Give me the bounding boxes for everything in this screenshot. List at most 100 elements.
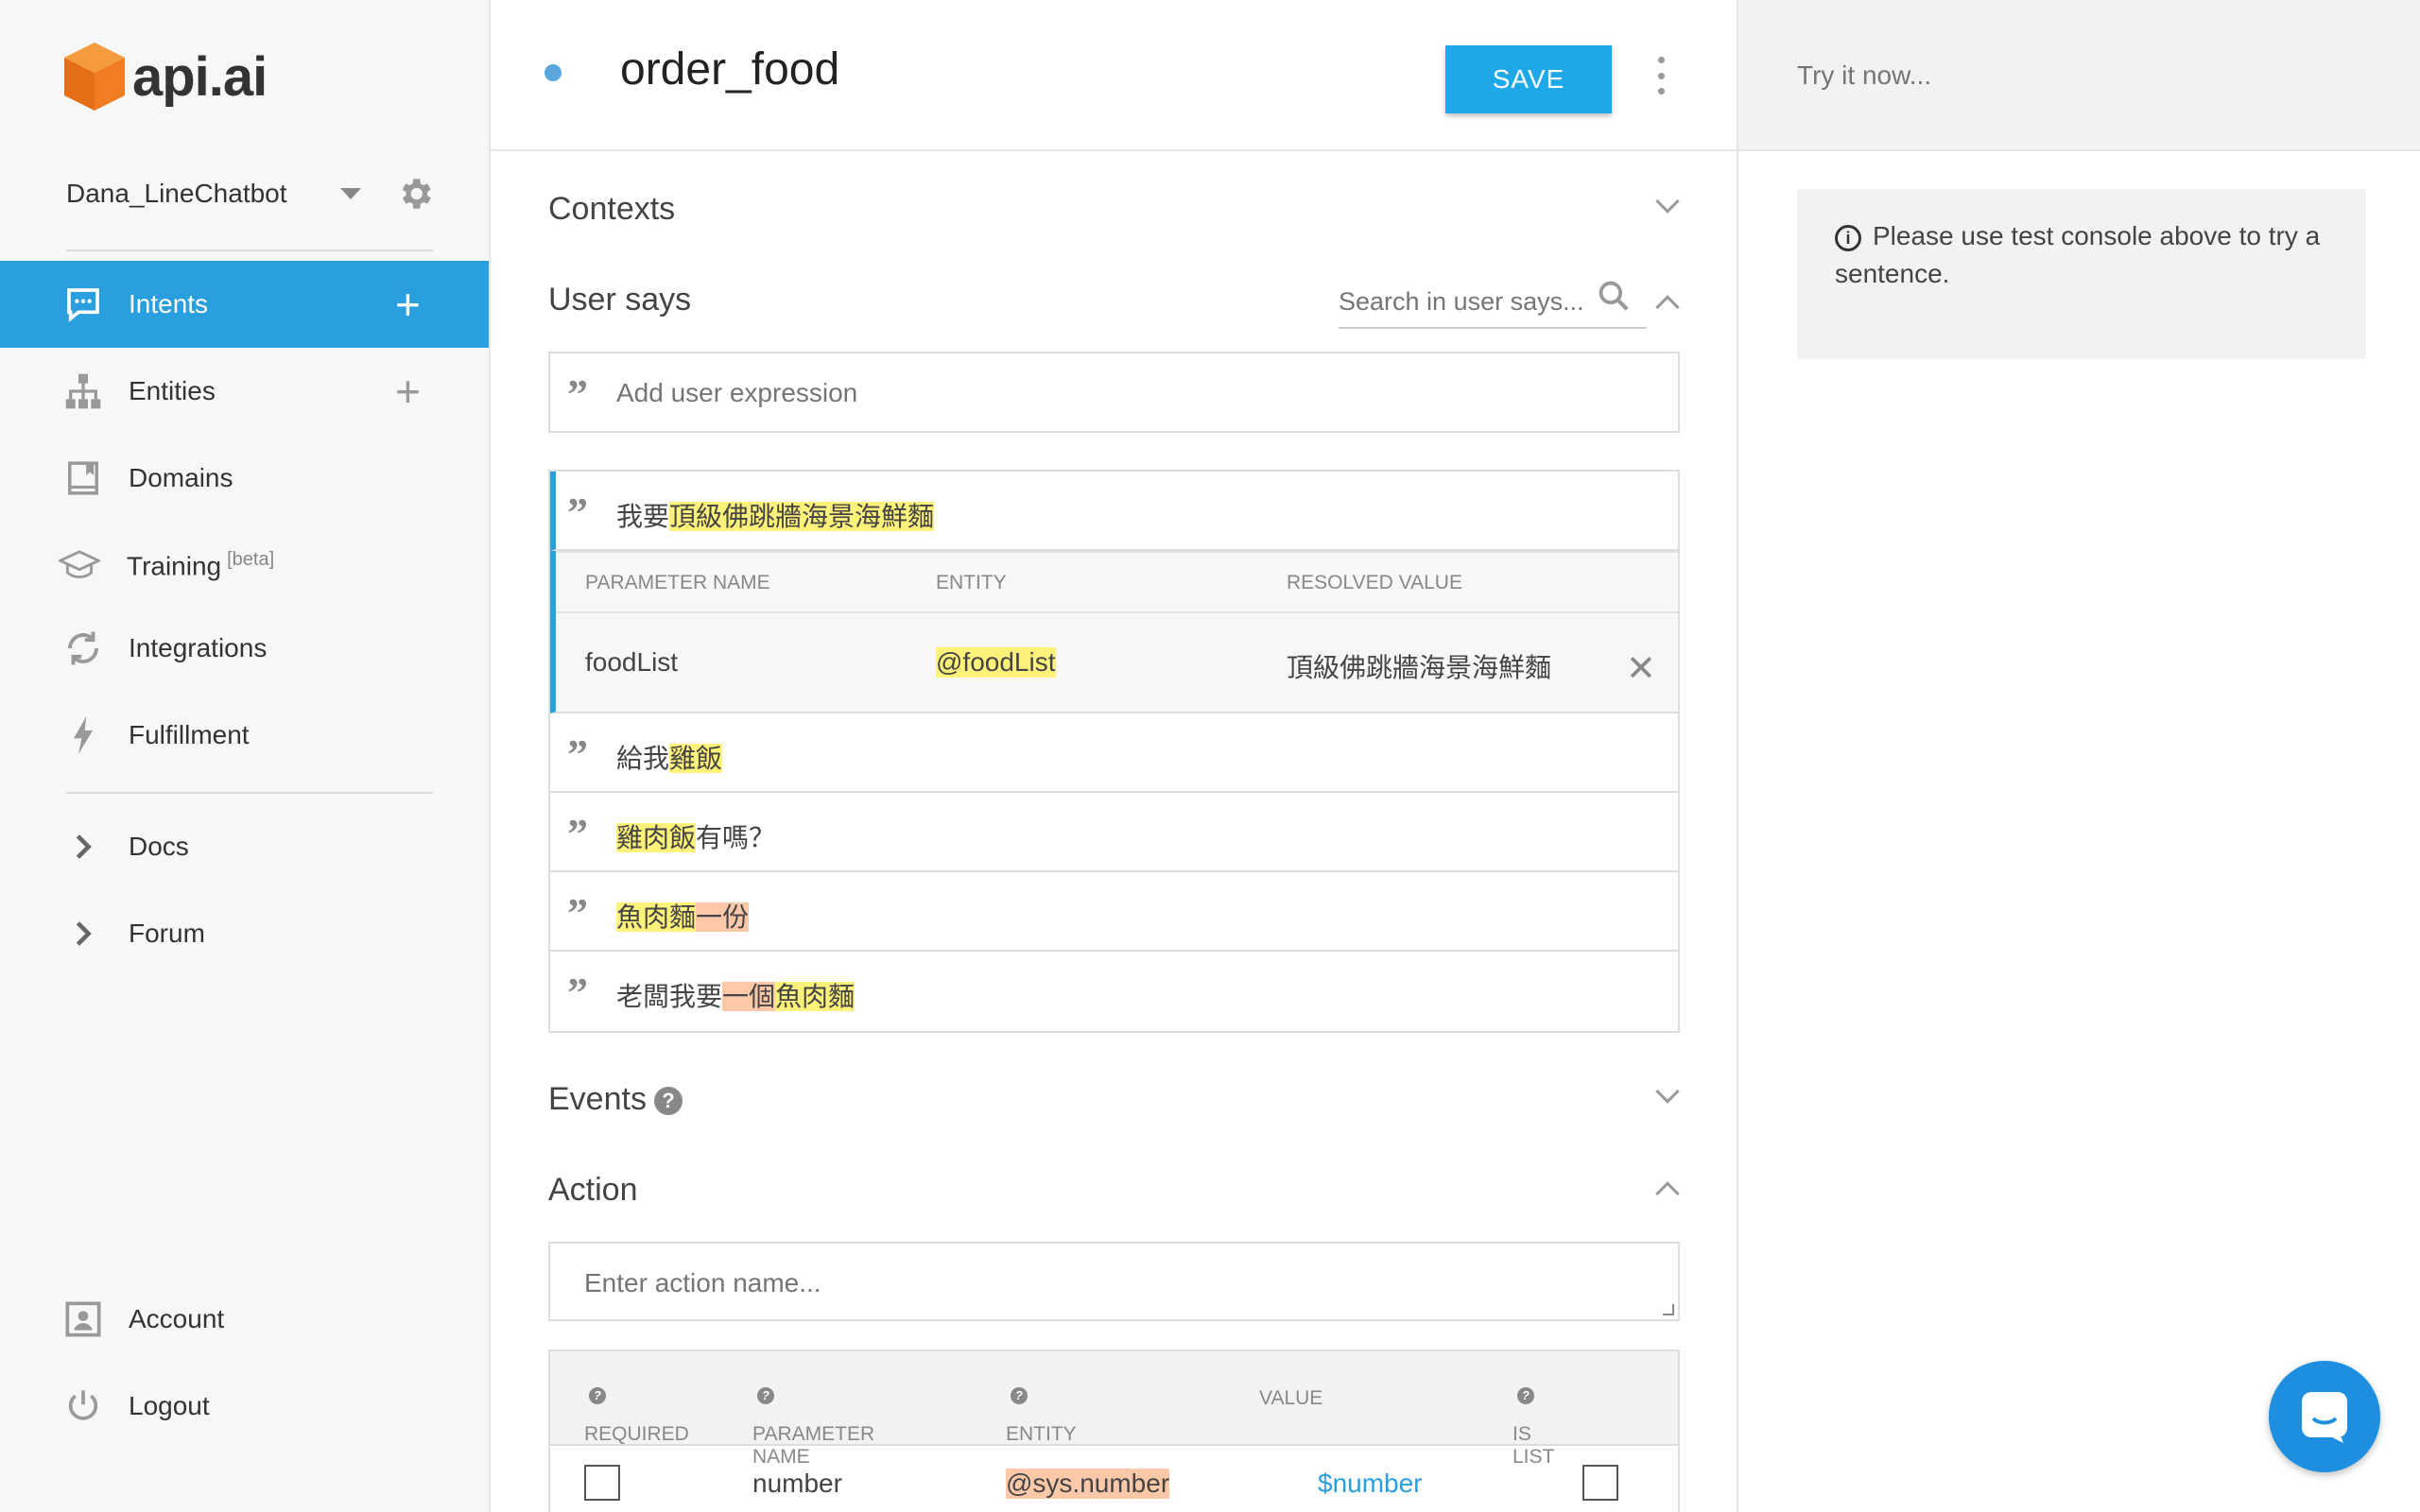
help-icon[interactable]: ? [757,1387,774,1404]
chevron-down-icon[interactable] [1655,1079,1680,1104]
chat-bubble-icon [62,284,104,325]
parameter-value[interactable]: $number [1318,1469,1423,1499]
help-icon[interactable]: ? [1517,1387,1534,1404]
column-header: RESOLVED VALUE [1287,572,1462,593]
quote-icon: ” [567,970,588,1016]
sidebar-item-domains[interactable]: Domains [0,435,489,522]
action-field[interactable] [548,1242,1680,1321]
column-header: REQUIRED? [584,1387,689,1445]
help-icon[interactable]: ? [1011,1387,1028,1404]
expression-text[interactable]: 我要頂級佛跳牆海景海鮮麵 [616,496,935,534]
sidebar: api.ai Dana_LineChatbot Intents + Entiti… [0,0,491,1512]
add-entity-icon[interactable]: + [395,369,421,413]
list-item[interactable]: ” 雞肉飯有嗎？ [550,793,1678,872]
add-expression-input[interactable] [616,372,1656,414]
intent-editor: order_food SAVE Contexts User says ” ” 我… [491,0,1737,1512]
entity-value[interactable]: @sys.number [1006,1469,1170,1499]
column-header: ENTITY [936,572,1007,593]
user-says-search [1339,276,1647,329]
entity-highlight[interactable]: 魚肉麵 [616,902,697,932]
table-row: number @sys.number $number [550,1446,1678,1512]
chevron-down-icon[interactable] [1655,189,1680,214]
events-title[interactable]: Events? [548,1081,683,1118]
sidebar-item-intents[interactable]: Intents + [0,261,489,348]
expression-text[interactable]: 老闆我要一個魚肉麵 [616,976,856,1014]
entity-highlight[interactable]: 魚肉麵 [775,982,856,1011]
divider [66,249,433,251]
sidebar-item-fulfillment[interactable]: Fulfillment [0,692,489,779]
column-header: PARAMETER NAME? [752,1387,875,1468]
close-icon[interactable]: ✕ [1626,647,1656,690]
entity-highlight[interactable]: 一份 [696,902,750,932]
sidebar-item-forum[interactable]: Forum [0,890,489,977]
sidebar-item-docs[interactable]: Docs [0,803,489,890]
logo[interactable]: api.ai [64,40,268,113]
entity-highlight[interactable]: 頂級佛跳牆海景海鮮麵 [669,502,935,531]
quote-icon: ” [567,731,588,778]
resolved-value[interactable]: 頂級佛跳牆海景海鮮麵 [1287,647,1551,685]
resize-handle[interactable] [1663,1304,1674,1315]
action-name-input[interactable] [584,1263,1624,1304]
sidebar-item-entities[interactable]: Entities + [0,348,489,435]
help-icon[interactable]: ? [653,1087,683,1116]
test-console: iPlease use test console above to try a … [1737,0,2420,1512]
chevron-up-icon[interactable] [1655,295,1680,319]
help-icon[interactable]: ? [589,1387,606,1404]
account-icon [62,1298,104,1340]
sidebar-item-account[interactable]: Account [0,1276,489,1363]
column-header: ENTITY? [1006,1387,1077,1445]
entity-highlight[interactable]: 雞飯 [669,744,723,773]
table-header: REQUIRED? PARAMETER NAME? ENTITY? VALUE … [550,1351,1678,1468]
more-options-icon[interactable] [1651,57,1670,94]
sidebar-item-training[interactable]: Training [beta] [0,522,489,609]
save-button[interactable]: SAVE [1445,45,1612,113]
entity-value[interactable]: @foodList [936,647,1056,678]
expression-list: ” 我要頂級佛跳牆海景海鮮麵 PARAMETER NAME ENTITY RES… [548,470,1680,1033]
sidebar-item-label: Logout [129,1391,210,1420]
logo-text: api.ai [132,45,268,108]
entity-highlight[interactable]: 雞肉飯 [616,823,697,852]
caret-down-icon[interactable] [340,188,361,199]
intent-header: order_food SAVE [491,0,1737,151]
refresh-icon [62,627,104,669]
chevron-right-icon [62,826,104,868]
search-icon[interactable] [1596,278,1632,314]
agent-name: Dana_LineChatbot [66,179,287,208]
parameter-name[interactable]: foodList [585,647,678,678]
list-item[interactable]: ” 我要頂級佛跳牆海景海鮮麵 [550,472,1678,551]
agent-selector[interactable]: Dana_LineChatbot [66,168,435,219]
try-it-input[interactable] [1797,53,2364,98]
power-icon [62,1385,104,1427]
required-checkbox[interactable] [584,1465,620,1501]
sidebar-item-label: Training [beta] [127,548,275,581]
chevron-up-icon[interactable] [1655,1181,1680,1206]
is-list-checkbox[interactable] [1582,1465,1618,1501]
add-intent-icon[interactable]: + [395,283,421,326]
graduation-cap-icon [59,544,100,586]
sidebar-item-logout[interactable]: Logout [0,1363,489,1450]
action-title: Action [548,1172,638,1208]
list-item[interactable]: ” 魚肉麵一份 [550,872,1678,952]
list-item[interactable]: ” 老闆我要一個魚肉麵 [550,952,1678,1031]
contexts-title[interactable]: Contexts [548,191,675,228]
info-icon: i [1835,224,1861,251]
intent-name[interactable]: order_food [620,43,839,95]
search-input[interactable] [1339,280,1594,323]
parameter-name[interactable]: number [752,1469,842,1499]
parameter-table: PARAMETER NAME ENTITY RESOLVED VALUE foo… [550,551,1678,713]
cube-logo-icon [64,43,125,111]
expression-text[interactable]: 魚肉麵一份 [616,897,750,935]
sidebar-item-label: Domains [129,463,233,492]
quote-icon: ” [567,890,588,936]
expression-text[interactable]: 雞肉飯有嗎？ [616,817,775,855]
beta-badge: [beta] [227,548,275,570]
chat-support-button[interactable] [2269,1361,2380,1472]
entity-highlight[interactable]: 一個 [722,982,776,1011]
info-message: i Please use test console above to try a … [1797,189,2366,359]
add-expression-field[interactable]: ” [548,352,1680,433]
list-item[interactable]: ” 給我雞飯 [550,713,1678,793]
expression-text[interactable]: 給我雞飯 [616,738,723,776]
lightning-icon [62,714,104,756]
gear-icon[interactable] [395,174,435,214]
sidebar-item-integrations[interactable]: Integrations [0,605,489,692]
